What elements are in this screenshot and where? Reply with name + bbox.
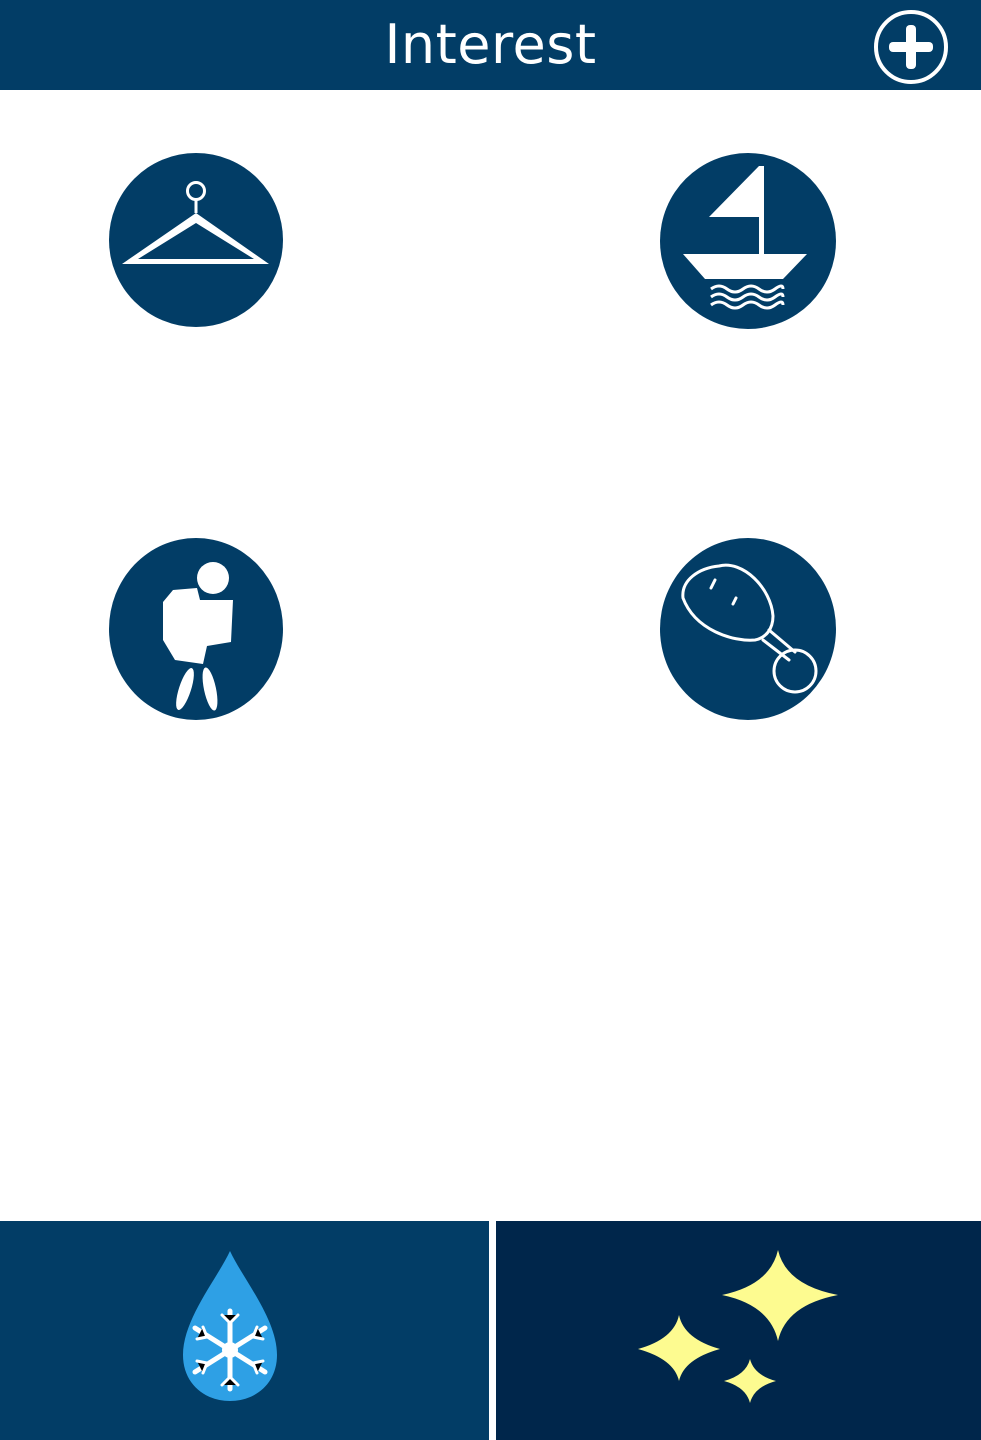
interest-tile-food[interactable] (659, 538, 837, 720)
page-title: Interest (384, 13, 597, 76)
plus-circle-icon (874, 10, 948, 84)
interest-tile-fashion[interactable] (107, 151, 285, 329)
chicken-drumstick-icon (660, 538, 836, 720)
add-interest-button[interactable] (871, 8, 951, 86)
sailboat-icon (660, 153, 836, 329)
tab-clean[interactable] (496, 1221, 981, 1440)
interest-tile-hiking[interactable] (107, 538, 285, 720)
clothes-hanger-icon (109, 153, 283, 327)
tab-divider (489, 1221, 496, 1440)
snowflake-drop-icon (183, 1251, 277, 1401)
interest-tile-sailing[interactable] (659, 151, 837, 329)
tab-winter[interactable] (0, 1221, 489, 1440)
header-bar: Interest (0, 0, 981, 90)
sparkles-icon (638, 1250, 838, 1403)
hiker-backpack-icon (109, 538, 283, 720)
